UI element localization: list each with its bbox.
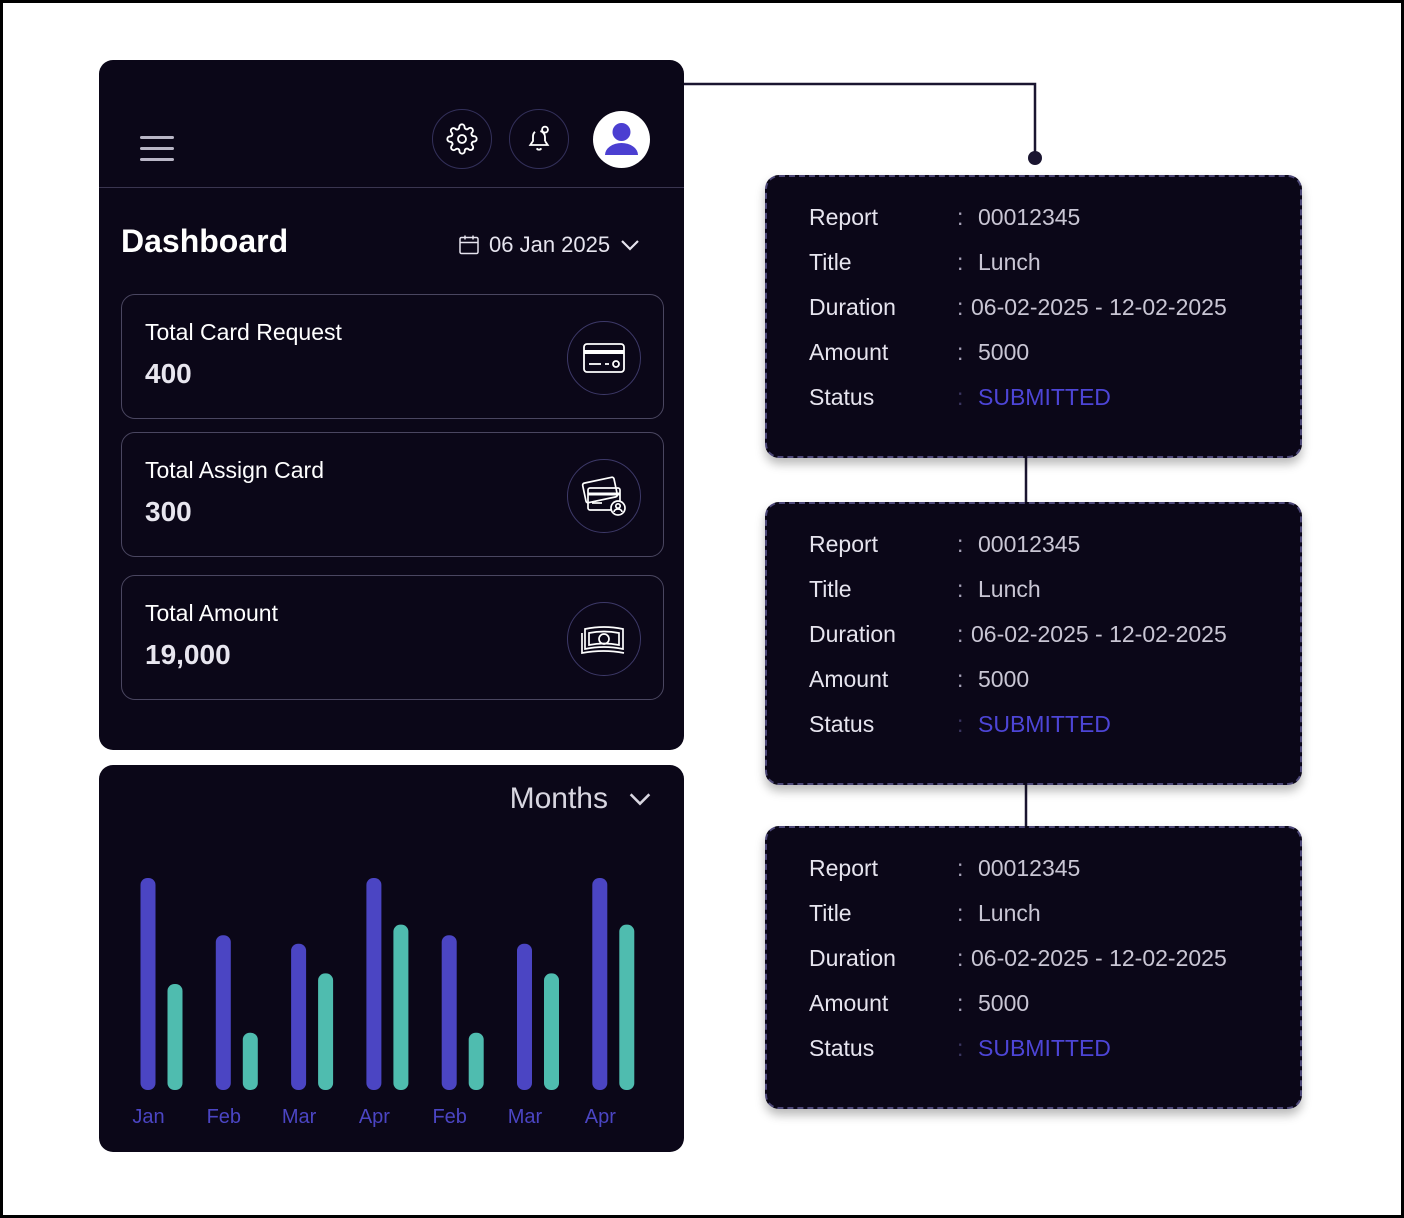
report-row-duration: Duration:06-02-2025 - 12-02-2025 <box>809 621 1227 647</box>
user-avatar-icon[interactable] <box>593 111 650 168</box>
date-label: 06 Jan 2025 <box>489 232 611 257</box>
page-title: Dashboard <box>121 223 289 259</box>
bar-apr-series-1 <box>366 878 382 1090</box>
bar-jan-series-1 <box>140 878 156 1090</box>
stat-label: Total Card Request <box>145 319 342 345</box>
x-tick-label: Apr <box>359 1106 390 1128</box>
status-badge: SUBMITTED <box>978 1035 1111 1061</box>
stat-label: Total Amount <box>145 600 278 626</box>
report-card[interactable]: Report:00012345 Title: Lunch Duration:06-… <box>765 502 1302 785</box>
settings-button[interactable] <box>432 109 492 169</box>
months-dropdown[interactable]: Months <box>510 782 654 816</box>
report-row-status: Status: SUBMITTED <box>809 384 1111 410</box>
stat-card-total-amount[interactable]: Total Amount 19,000 <box>121 575 664 700</box>
status-badge: SUBMITTED <box>978 711 1111 737</box>
stat-label: Total Assign Card <box>145 457 324 483</box>
bar-apr-series-2 <box>393 924 409 1090</box>
report-card[interactable]: Report:00012345 Title: Lunch Duration:06-… <box>765 826 1302 1109</box>
report-row-status: Status: SUBMITTED <box>809 1035 1111 1061</box>
x-tick-label: Feb <box>432 1106 466 1128</box>
x-tick-label: Mar <box>282 1106 317 1128</box>
notifications-button[interactable] <box>509 109 569 169</box>
stat-value: 19,000 <box>145 639 231 670</box>
x-tick-label: Feb <box>207 1106 241 1128</box>
report-row-title: Title: Lunch <box>809 576 1041 602</box>
x-tick-label: Jan <box>132 1106 164 1128</box>
dashboard-panel: Dashboard 06 Jan 2025 Total Card Request… <box>99 60 684 750</box>
bar-feb-series-2 <box>468 1032 484 1090</box>
gear-icon <box>446 123 478 155</box>
chevron-down-icon <box>621 240 639 251</box>
bar-chart: Jan Feb Mar Apr Feb Mar Apr <box>132 878 635 1128</box>
report-row-duration: Duration:06-02-2025 - 12-02-2025 <box>809 945 1227 971</box>
report-row-title: Title: Lunch <box>809 249 1041 275</box>
date-picker[interactable]: 06 Jan 2025 <box>457 230 642 260</box>
assign-card-icon <box>567 459 641 533</box>
x-tick-label: Mar <box>508 1106 543 1128</box>
bar-mar-series-2 <box>544 973 559 1090</box>
bar-mar-series-1 <box>517 943 532 1090</box>
x-tick-label: Apr <box>585 1106 616 1128</box>
report-row-number: Report:00012345 <box>809 855 1081 881</box>
report-card[interactable]: Report:00012345 Title: Lunch Duration:06-… <box>765 175 1302 458</box>
calendar-icon <box>459 235 479 255</box>
bar-jan-series-2 <box>167 984 183 1090</box>
credit-card-icon <box>567 321 641 395</box>
stat-value: 400 <box>145 358 192 389</box>
bar-apr-series-2 <box>619 924 635 1090</box>
report-row-number: Report:00012345 <box>809 204 1081 230</box>
bar-apr-series-1 <box>592 878 608 1090</box>
report-row-duration: Duration:06-02-2025 - 12-02-2025 <box>809 294 1227 320</box>
stat-value: 300 <box>145 496 192 527</box>
stat-card-assign-card[interactable]: Total Assign Card 300 <box>121 432 664 557</box>
report-row-amount: Amount:5000 <box>809 339 1030 365</box>
report-row-status: Status: SUBMITTED <box>809 711 1111 737</box>
menu-icon[interactable] <box>140 136 174 162</box>
bar-feb-series-1 <box>215 935 231 1090</box>
bar-mar-series-2 <box>318 973 334 1090</box>
dashboard-header <box>99 60 684 188</box>
chart-panel: Jan Feb Mar Apr Feb Mar Apr Months <box>99 765 684 1152</box>
report-row-amount: Amount:5000 <box>809 990 1030 1016</box>
cash-icon <box>567 602 641 676</box>
report-row-amount: Amount:5000 <box>809 666 1030 692</box>
chevron-down-icon <box>629 793 651 806</box>
bar-feb-series-2 <box>242 1032 258 1090</box>
report-row-number: Report:00012345 <box>809 531 1081 557</box>
stat-card-card-request[interactable]: Total Card Request 400 <box>121 294 664 419</box>
months-label: Months <box>509 782 608 815</box>
bell-icon <box>528 125 550 151</box>
status-badge: SUBMITTED <box>978 384 1111 410</box>
report-row-title: Title: Lunch <box>809 900 1041 926</box>
bar-feb-series-1 <box>441 935 457 1090</box>
bar-mar-series-1 <box>291 943 307 1090</box>
